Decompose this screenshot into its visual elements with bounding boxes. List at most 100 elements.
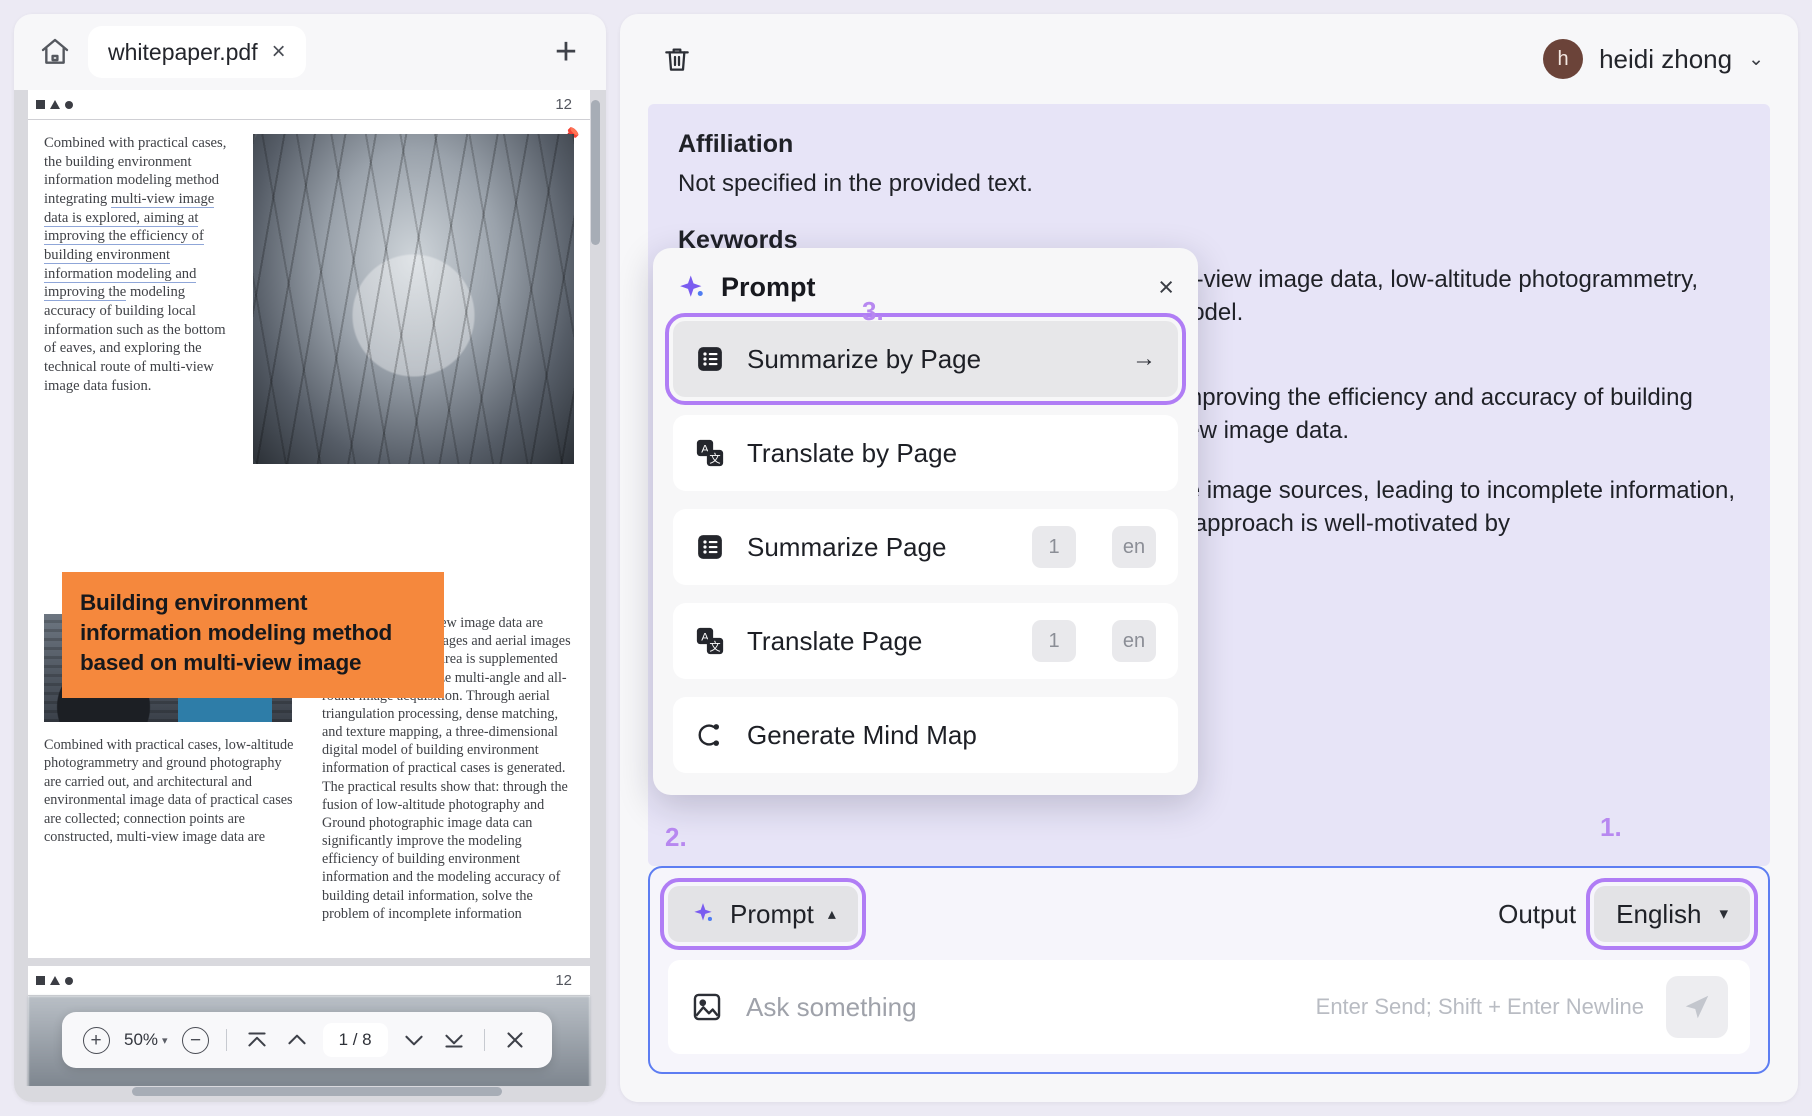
pdf-toolbar: + 50% ▾ − 1 / 8 [62,1012,552,1068]
mind-map-icon [695,720,725,750]
page-badge-translate[interactable]: 1 [1032,620,1076,662]
avatar: h [1543,39,1584,79]
square-marker-icon [36,100,45,109]
page-badge-summarize[interactable]: 1 [1032,526,1076,568]
zoom-level-label[interactable]: 50% [124,1030,158,1050]
send-hint-label: Enter Send; Shift + Enter Newline [1315,994,1644,1019]
prompt-button[interactable]: Prompt ▴ [660,878,866,950]
chat-header: h heidi zhong ⌄ [620,14,1798,104]
output-language-value: English [1616,898,1702,929]
pdf-cover-photo [253,134,574,464]
prompt-popover: Prompt × Summarize by Page → A文 Translat… [653,248,1198,795]
prompt-popover-title: Prompt [721,272,816,302]
composer-toolbar: Prompt ▴ Output English ▾ [660,878,1758,950]
prompt-item-label-0: Summarize by Page [747,343,982,374]
caret-up-icon: ▴ [827,906,836,923]
output-language-dropdown[interactable]: English ▾ [1586,878,1758,950]
prompt-item-summarize-page[interactable]: Summarize Page 1 en [673,509,1178,585]
affiliation-body: Not specified in the provided text. [678,170,1033,197]
affiliation-heading: Affiliation [678,130,794,158]
circle-marker-icon-2 [65,976,73,985]
chat-input-row[interactable]: Ask something Enter Send; Shift + Enter … [668,960,1750,1054]
page-marker-icons-2 [36,976,73,985]
composer: Prompt ▴ Output English ▾ Ask something … [648,866,1770,1074]
document-tab[interactable]: whitepaper.pdf × [88,26,306,78]
chevron-down-icon: ⌄ [1748,48,1764,70]
pdf-top-row: Combined with practical cases, the build… [44,134,574,464]
zoom-out-icon: − [182,1026,210,1054]
chevron-down-icon-lang: ▾ [1719,904,1728,923]
prompt-item-generate-mind-map[interactable]: Generate Mind Map [673,697,1178,773]
toolbar-divider-2 [483,1029,485,1051]
send-button[interactable] [1666,976,1728,1038]
triangle-marker-icon-2 [50,976,60,985]
prompt-item-label-4: Generate Mind Map [747,719,977,750]
pdf-viewport[interactable]: 12 📌 Combined with practical cases, the … [14,90,606,1102]
circle-marker-icon [65,100,73,109]
zoom-out-button[interactable]: − [176,1020,216,1060]
pdf-paragraph-lower-left: Combined with practical cases, low-altit… [44,737,294,846]
new-tab-button[interactable]: + [544,30,588,74]
prompt-item-label-1: Translate by Page [747,437,958,468]
pdf-panel: whitepaper.pdf × + 12 Combined with prac… [14,14,606,1102]
language-badge-summarize[interactable]: en [1112,526,1156,568]
output-language-group: Output English ▾ [1498,878,1758,950]
prompt-button-label: Prompt [730,898,814,929]
step-marker-3: 3. [862,296,884,326]
close-icon[interactable]: × [1158,274,1174,301]
translate-icon: A文 [695,438,725,468]
pdf-page-header: 12 [28,90,590,120]
prompt-item-translate-page[interactable]: A文 Translate Page 1 en [673,603,1178,679]
prompt-item-label-3: Translate Page [747,625,923,656]
pdf-cover-title: Building environment information modelin… [80,590,393,675]
svg-text:文: 文 [709,640,720,654]
app-root: whitepaper.pdf × + 12 Combined with prac… [0,0,1812,1116]
toolbar-divider-1 [225,1029,227,1051]
translate-icon-2: A文 [695,626,725,656]
arrow-right-icon: → [1132,345,1156,372]
user-menu[interactable]: h heidi zhong ⌄ [1543,39,1764,79]
pdf-horizontal-scrollbar[interactable] [132,1087,502,1096]
pdf-scroll-area[interactable]: 12 📌 Combined with practical cases, the … [14,90,596,1086]
pdf-page-number-bottom: 12 [555,972,572,989]
pdf-tab-bar: whitepaper.pdf × + [14,14,606,90]
jump-to-last-page-icon[interactable] [434,1020,474,1060]
close-tab-icon[interactable]: × [272,40,286,64]
page-marker-icons [36,100,73,109]
jump-to-first-page-icon[interactable] [237,1020,277,1060]
user-name-label: heidi zhong [1599,43,1733,74]
chat-input-placeholder[interactable]: Ask something [746,992,917,1023]
pdf-page-body: 📌 Combined with practical cases, the bui… [28,120,590,941]
sparkle-icon [690,901,716,927]
sparkle-icon-popover [677,273,707,303]
zoom-in-icon: + [82,1026,110,1054]
prompt-item-label-2: Summarize Page [747,531,947,562]
pdf-page-1: 12 📌 Combined with practical cases, the … [28,90,590,958]
square-marker-icon-2 [36,976,45,985]
zoom-dropdown-icon[interactable]: ▾ [162,1034,168,1047]
svg-text:文: 文 [709,452,720,466]
prompt-item-summarize-by-page[interactable]: Summarize by Page → [665,313,1186,405]
close-viewer-icon[interactable] [495,1020,535,1060]
list-summary-icon-2 [695,532,725,562]
pdf-page-2-header: 12 [28,966,590,996]
language-badge-translate[interactable]: en [1112,620,1156,662]
pdf-cover-title-block: Building environment information modelin… [62,572,444,698]
previous-page-icon[interactable] [277,1020,317,1060]
page-counter[interactable]: 1 / 8 [322,1023,388,1057]
output-label: Output [1498,898,1577,929]
zoom-in-button[interactable]: + [76,1020,116,1060]
trash-icon[interactable] [654,36,700,82]
prompt-item-translate-by-page[interactable]: A文 Translate by Page [673,415,1178,491]
list-summary-icon [695,344,725,374]
step-marker-1: 1. [1600,812,1622,842]
next-page-icon[interactable] [394,1020,434,1060]
image-attachment-icon[interactable] [690,990,724,1024]
pdf-vertical-scrollbar[interactable] [591,100,600,245]
prompt-popover-header: Prompt × [673,266,1178,321]
home-icon[interactable] [32,29,78,75]
triangle-marker-icon [50,100,60,109]
step-marker-2: 2. [665,822,687,852]
pdf-left-paragraph: Combined with practical cases, the build… [44,134,239,464]
